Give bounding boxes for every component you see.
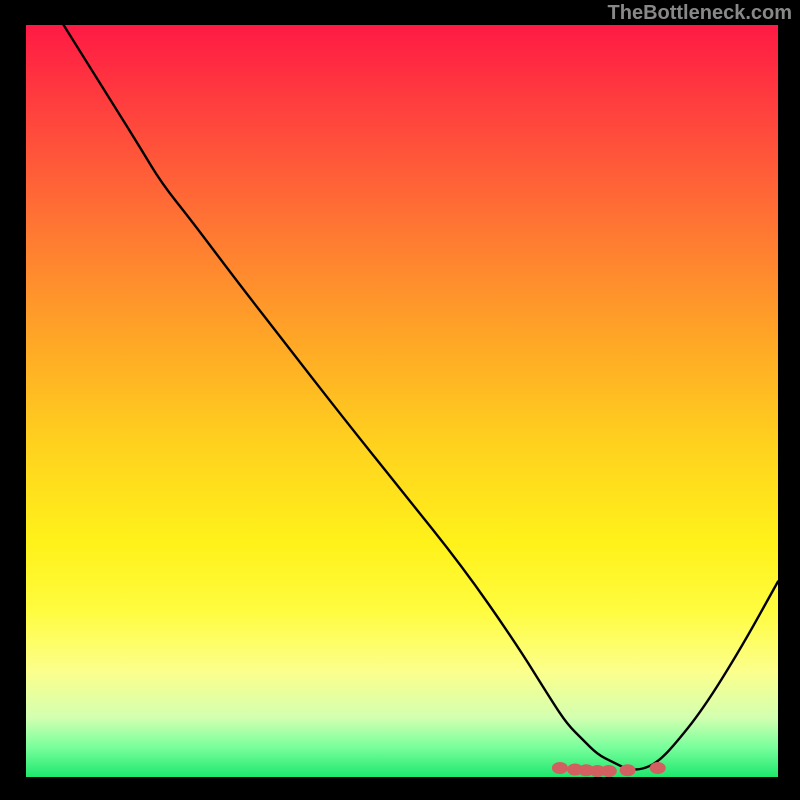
marker-point bbox=[552, 762, 568, 774]
marker-point bbox=[601, 765, 617, 777]
watermark-label: TheBottleneck.com bbox=[608, 2, 792, 25]
marker-layer bbox=[26, 25, 778, 777]
plot-frame bbox=[26, 25, 778, 777]
marker-point bbox=[650, 762, 666, 774]
marker-point bbox=[620, 764, 636, 776]
